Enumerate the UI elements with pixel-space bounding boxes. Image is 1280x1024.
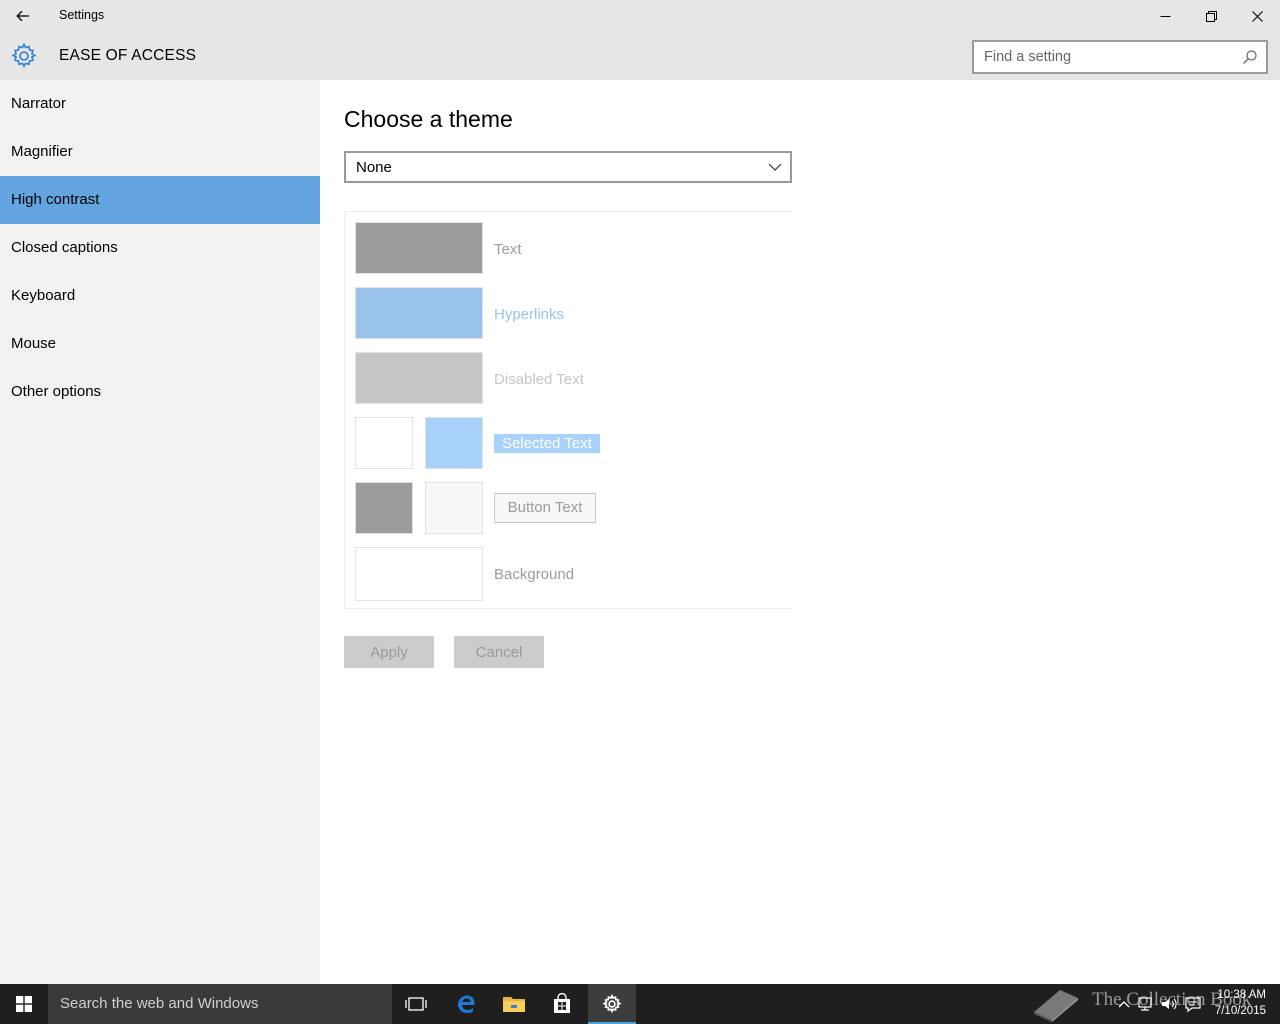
minimize-button[interactable] [1142, 0, 1188, 32]
background-label: Background [494, 566, 575, 583]
search-icon[interactable] [1242, 49, 1258, 65]
sidebar-item-high-contrast[interactable]: High contrast [0, 176, 320, 224]
store-button[interactable] [538, 984, 586, 1024]
cancel-button[interactable]: Cancel [454, 636, 544, 668]
selected-text-background-swatch[interactable] [425, 417, 483, 469]
action-center-icon[interactable] [1183, 994, 1203, 1014]
start-button[interactable] [0, 984, 48, 1024]
windows-logo-icon [16, 996, 32, 1012]
button-text-label: Button Text [494, 493, 596, 523]
button-text-color-swatch[interactable] [355, 482, 413, 534]
background-color-swatch[interactable] [355, 547, 483, 601]
back-button[interactable] [0, 0, 46, 32]
theme-dropdown[interactable]: None [344, 151, 792, 183]
taskbar-clock[interactable]: 10:38 AM 7/10/2015 [1206, 987, 1266, 1019]
back-arrow-icon [16, 10, 29, 22]
sidebar-item-mouse[interactable]: Mouse [0, 320, 320, 368]
chevron-down-icon [768, 163, 782, 171]
minimize-icon [1160, 15, 1170, 17]
close-icon [1251, 10, 1263, 22]
sidebar-item-other-options[interactable]: Other options [0, 368, 320, 416]
settings-taskbar-button[interactable] [588, 984, 636, 1024]
file-explorer-button[interactable] [490, 984, 538, 1024]
search-box[interactable] [972, 40, 1268, 74]
clock-date: 7/10/2015 [1214, 1005, 1266, 1017]
book-watermark-icon [1034, 990, 1078, 1022]
apply-button[interactable]: Apply [344, 636, 434, 668]
gear-icon [602, 994, 622, 1014]
restore-icon [1205, 10, 1217, 22]
sidebar: Narrator Magnifier High contrast Closed … [0, 80, 320, 984]
section-title: EASE OF ACCESS [59, 47, 197, 64]
volume-icon[interactable] [1159, 994, 1179, 1014]
edge-icon [458, 995, 475, 1013]
disabled-text-color-swatch[interactable] [355, 352, 483, 404]
taskbar: Search the web and Windows The Collectio… [0, 984, 1280, 1024]
title-bar: Settings [0, 0, 1280, 32]
folder-icon [503, 997, 525, 1012]
sidebar-item-keyboard[interactable]: Keyboard [0, 272, 320, 320]
selected-text-foreground-swatch[interactable] [355, 417, 413, 469]
store-bag-icon [554, 993, 570, 1013]
search-input[interactable] [974, 42, 1244, 72]
theme-dropdown-value: None [356, 159, 392, 176]
sidebar-item-magnifier[interactable]: Magnifier [0, 128, 320, 176]
selected-text-label: Selected Text [494, 434, 600, 453]
taskbar-search-placeholder: Search the web and Windows [60, 995, 259, 1012]
network-icon[interactable] [1136, 994, 1156, 1014]
sidebar-item-narrator[interactable]: Narrator [0, 80, 320, 128]
app-title: Settings [59, 8, 105, 22]
text-label: Text [494, 241, 522, 258]
gear-icon [11, 42, 37, 68]
restore-button[interactable] [1188, 0, 1234, 32]
clock-time: 10:38 AM [1217, 989, 1266, 1001]
task-view-icon [405, 997, 427, 1011]
show-hidden-icons-chevron-icon[interactable] [1114, 994, 1134, 1014]
hyperlinks-label: Hyperlinks [494, 306, 565, 323]
main-content: Choose a theme None Text Hyperlinks Disa… [320, 80, 1280, 984]
page-title: Choose a theme [344, 106, 513, 132]
sidebar-item-closed-captions[interactable]: Closed captions [0, 224, 320, 272]
task-view-button[interactable] [392, 984, 440, 1024]
disabled-text-label: Disabled Text [494, 371, 584, 388]
settings-header: EASE OF ACCESS [0, 32, 1280, 80]
text-color-swatch[interactable] [355, 222, 483, 274]
hyperlink-color-swatch[interactable] [355, 287, 483, 339]
theme-preview-panel: Text Hyperlinks Disabled Text Selected T… [344, 211, 792, 609]
close-button[interactable] [1234, 0, 1280, 32]
edge-browser-button[interactable] [442, 984, 490, 1024]
button-face-color-swatch[interactable] [425, 482, 483, 534]
taskbar-search-box[interactable]: Search the web and Windows [48, 984, 392, 1024]
